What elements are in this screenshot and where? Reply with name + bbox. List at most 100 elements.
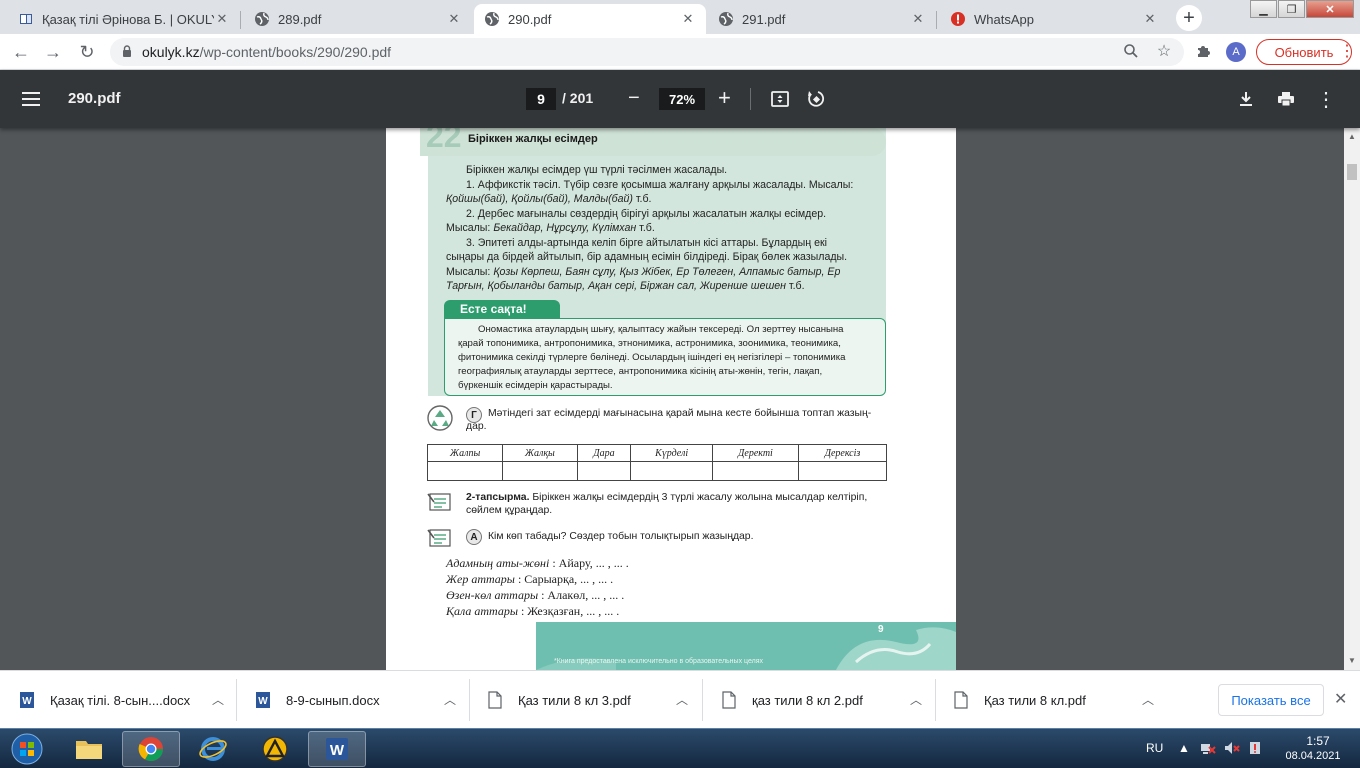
- app-triangle-icon[interactable]: [246, 731, 304, 767]
- tray-arrow-icon[interactable]: ▲: [1178, 741, 1190, 755]
- keyboard-language[interactable]: RU: [1146, 741, 1163, 755]
- download-item[interactable]: Қаз тили 8 кл 3.pdf ︿: [486, 677, 700, 723]
- zoom-search-icon[interactable]: [1118, 38, 1144, 64]
- back-arrow-icon[interactable]: ←: [8, 39, 34, 65]
- minimize-icon[interactable]: ▁: [1250, 0, 1277, 18]
- zoom-in-button[interactable]: +: [718, 85, 731, 111]
- forward-arrow-icon[interactable]: →: [40, 39, 66, 65]
- close-icon[interactable]: ✕: [446, 11, 462, 27]
- menu-icon[interactable]: [22, 87, 46, 111]
- tab-291[interactable]: 291.pdf ✕: [708, 4, 936, 34]
- scroll-down-icon[interactable]: ▼: [1348, 656, 1356, 665]
- zoom-level-input[interactable]: 72%: [659, 88, 705, 110]
- download-filename: 8-9-сынып.docx: [286, 692, 380, 708]
- show-all-downloads-button[interactable]: Показать все: [1218, 684, 1324, 716]
- task-text: дар.: [466, 421, 487, 432]
- tab-289[interactable]: 289.pdf ✕: [244, 4, 472, 34]
- network-icon[interactable]: [1200, 741, 1216, 758]
- close-icon[interactable]: ✕: [1142, 11, 1158, 27]
- page-number-input[interactable]: 9: [526, 88, 556, 110]
- tab-290[interactable]: 290.pdf ✕: [474, 4, 706, 34]
- body-line: Тарғын, Қобыланды батыр, Ақан сері, Бірж…: [446, 280, 805, 292]
- close-icon[interactable]: ✕: [214, 11, 230, 27]
- category-label: Өзен-көл аттары: [446, 588, 539, 602]
- extensions-puzzle-icon[interactable]: [1190, 38, 1216, 64]
- table-cell: [426, 461, 504, 481]
- category-value: : Айару, ... , ... .: [549, 556, 629, 570]
- body-line: Біріккен жалқы есімдер үш түрлі тәсілмен…: [466, 164, 728, 176]
- internet-explorer-icon[interactable]: [184, 731, 242, 767]
- bookmark-star-icon[interactable]: ☆: [1151, 38, 1177, 64]
- table-cell: [630, 461, 713, 481]
- chevron-up-icon[interactable]: ︿: [444, 691, 456, 708]
- tab-strip: Қазақ тілі Әрінова Б. | OKULYK. ✕ 289.pd…: [0, 0, 1360, 34]
- start-button[interactable]: [4, 730, 50, 768]
- handwritten-line: Адамның аты-жөні : Айару, ... , ... .: [446, 556, 629, 571]
- example-words: Бекайдар, Нұрсұлу, Күлімхан: [493, 222, 637, 234]
- close-icon[interactable]: ✕: [1334, 689, 1347, 709]
- task-text: сөйлем құраңдар.: [466, 505, 553, 516]
- zoom-out-button[interactable]: −: [628, 87, 640, 110]
- handwritten-line: Қала аттары : Жезқазған, ... , ... .: [446, 604, 619, 619]
- clock-date[interactable]: 08.04.2021: [1278, 750, 1348, 762]
- close-icon[interactable]: ✕: [910, 11, 926, 27]
- download-icon[interactable]: [1234, 87, 1258, 111]
- rotate-icon[interactable]: [804, 87, 828, 111]
- pdf-page: 22 Біріккен жалқы есімдер Біріккен жалқы…: [386, 128, 956, 670]
- print-icon[interactable]: [1274, 87, 1298, 111]
- tab-okulyk[interactable]: Қазақ тілі Әрінова Б. | OKULYK. ✕: [8, 4, 240, 34]
- windows-taskbar: W RU ▲ 1:57 08.04.2021: [0, 728, 1360, 768]
- alert-icon: [950, 11, 966, 27]
- more-vert-icon[interactable]: ⋮: [1334, 38, 1360, 64]
- profile-avatar[interactable]: A: [1226, 42, 1246, 62]
- word-app-icon[interactable]: W: [308, 731, 366, 767]
- more-options-icon[interactable]: ⋮: [1314, 87, 1338, 111]
- body-line: сыңары да бірдей айтылып, бір адамның ес…: [446, 251, 848, 263]
- fit-page-icon[interactable]: [768, 87, 792, 111]
- vertical-scrollbar[interactable]: ▲ ▼: [1344, 128, 1360, 670]
- body-text: Мысалы:: [446, 266, 494, 278]
- table-header: Дерексіз: [797, 444, 888, 462]
- remember-line: бүркеншік есімдерін қарастырады.: [458, 380, 613, 391]
- pdf-viewer[interactable]: 22 Біріккен жалқы есімдер Біріккен жалқы…: [0, 128, 1344, 670]
- chevron-up-icon[interactable]: ︿: [1142, 691, 1154, 708]
- chrome-icon[interactable]: [122, 731, 180, 767]
- globe-icon: [484, 11, 500, 27]
- window-close-icon[interactable]: ✕: [1306, 0, 1354, 18]
- chevron-up-icon[interactable]: ︿: [212, 691, 224, 708]
- volume-muted-icon[interactable]: [1224, 741, 1240, 758]
- download-filename: Қаз тили 8 кл.pdf: [984, 692, 1086, 708]
- close-icon[interactable]: ✕: [680, 11, 696, 27]
- download-item[interactable]: Қаз тили 8 кл.pdf ︿: [952, 677, 1166, 723]
- download-item[interactable]: W Қазақ тілі. 8-сын....docx ︿: [18, 677, 236, 723]
- toolbar-divider: [750, 88, 751, 110]
- table-cell: [797, 461, 888, 481]
- remember-title: Есте сақта!: [444, 300, 560, 318]
- clock-time[interactable]: 1:57: [1288, 734, 1348, 748]
- table-header: Жалқы: [502, 444, 578, 462]
- example-words: Қойшы(бай), Қойлы(бай), Малды(бай): [446, 193, 633, 205]
- svg-text:W: W: [258, 696, 268, 707]
- restore-icon[interactable]: ❐: [1278, 0, 1305, 18]
- table-header: Дара: [576, 444, 632, 462]
- tab-title: WhatsApp: [974, 11, 1034, 27]
- new-tab-button[interactable]: +: [1176, 5, 1202, 31]
- download-item[interactable]: W 8-9-сынып.docx ︿: [254, 677, 468, 723]
- reload-icon[interactable]: ↻: [74, 39, 100, 65]
- chevron-up-icon[interactable]: ︿: [910, 691, 922, 708]
- explorer-folder-icon[interactable]: [60, 731, 118, 767]
- url-host: okulyk.kz: [142, 44, 200, 60]
- task-label: 2-тапсырма.: [466, 492, 530, 503]
- scroll-thumb[interactable]: [1347, 164, 1357, 180]
- notification-flag-icon[interactable]: [1248, 741, 1262, 758]
- separator: [469, 679, 470, 721]
- example-words: Тарғын, Қобыланды батыр, Ақан сері, Бірж…: [446, 280, 786, 292]
- chevron-up-icon[interactable]: ︿: [676, 691, 688, 708]
- section-title: Біріккен жалқы есімдер: [468, 133, 598, 145]
- address-bar[interactable]: okulyk.kz/wp-content/books/290/290.pdf: [110, 38, 1184, 66]
- tab-whatsapp[interactable]: WhatsApp ✕: [940, 4, 1168, 34]
- table-header: Жалпы: [426, 444, 504, 462]
- download-item[interactable]: қаз тили 8 кл 2.pdf ︿: [720, 677, 934, 723]
- category-value: : Алакөл, ... , ... .: [538, 588, 625, 602]
- scroll-up-icon[interactable]: ▲: [1348, 132, 1356, 141]
